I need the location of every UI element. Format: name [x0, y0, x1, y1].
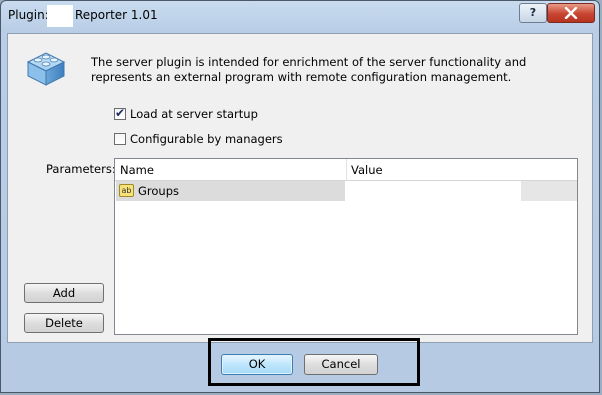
configurable-by-managers-option[interactable]: Configurable by managers [114, 131, 283, 147]
parameters-label: Parameters: [46, 162, 116, 176]
table-header: Name Value [115, 159, 577, 181]
column-header-value[interactable]: Value [351, 163, 383, 177]
close-icon [564, 6, 578, 20]
load-at-startup-checkbox[interactable]: ✔ [114, 106, 126, 120]
load-at-startup-option[interactable]: ✔ Load at server startup [114, 106, 258, 122]
string-param-icon: ab [119, 184, 134, 197]
delete-button[interactable]: Delete [24, 313, 104, 333]
table-row[interactable]: ab Groups [116, 181, 577, 201]
column-header-name[interactable]: Name [120, 163, 154, 177]
close-button[interactable] [547, 3, 595, 23]
dialog-body: The server plugin is intended for enrich… [7, 33, 593, 343]
title-bar[interactable]: Plugin: Reporter 1.01 ? [1, 1, 599, 31]
plugin-dialog: Plugin: Reporter 1.01 ? The server plugi… [0, 0, 600, 393]
plugin-description: The server plugin is intended for enrich… [91, 55, 527, 84]
column-divider[interactable] [346, 159, 347, 180]
name-cell[interactable]: ab Groups [116, 181, 345, 201]
add-button[interactable]: Add [24, 283, 104, 303]
parameters-table[interactable]: Name Value ab Groups [114, 158, 578, 335]
value-cell[interactable] [521, 181, 577, 201]
load-at-startup-label: Load at server startup [130, 107, 258, 121]
plugin-blocks-icon [26, 52, 66, 86]
param-name: Groups [138, 184, 180, 198]
checkmark-icon: ✔ [115, 106, 126, 120]
help-button[interactable]: ? [519, 3, 547, 23]
highlight-frame [208, 338, 420, 386]
title-label: Plugin: [8, 8, 49, 22]
configurable-by-managers-checkbox[interactable] [114, 133, 126, 145]
configurable-by-managers-label: Configurable by managers [130, 132, 283, 146]
plugin-name: Reporter 1.01 [75, 8, 158, 22]
title-redacted-area [47, 5, 73, 27]
